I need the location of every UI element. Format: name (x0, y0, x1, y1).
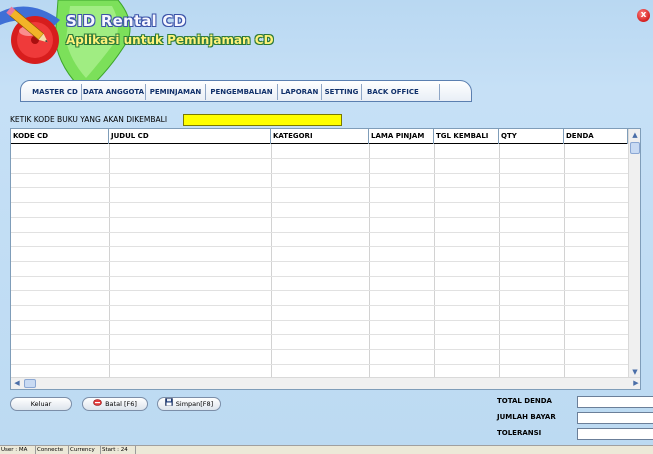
scroll-right-icon[interactable]: ▶ (630, 378, 640, 389)
return-grid[interactable]: KODE CD JUDUL CD KATEGORI LAMA PINJAM TG… (10, 128, 641, 390)
tab-laporan[interactable]: LAPORAN (278, 84, 322, 100)
toleransi-label: TOLERANSI (497, 429, 542, 437)
batal-button[interactable]: Batal [F6] (82, 397, 148, 411)
tab-bar: MASTER CD DATA ANGGOTA PEMINJAMAN PENGEM… (20, 80, 472, 102)
status-bar: User : MA Connecte Currency Start : 24 (0, 445, 653, 454)
keluar-button[interactable]: Keluar (10, 397, 72, 411)
scroll-up-icon[interactable]: ▲ (629, 129, 640, 141)
total-denda-label: TOTAL DENDA (497, 397, 552, 405)
grid-row-line (11, 276, 629, 277)
simpan-button-label: Simpan[F8] (175, 400, 214, 408)
column-header-kode-cd[interactable]: KODE CD (11, 129, 109, 144)
grid-row-line (11, 246, 629, 247)
horizontal-scrollbar[interactable]: ◀ ▶ (11, 377, 640, 389)
grid-row-line (11, 158, 629, 159)
grid-row-line (11, 305, 629, 306)
vertical-scrollbar[interactable]: ▲ ▼ (628, 129, 640, 378)
tab-pengembalian[interactable]: PENGEMBALIAN (206, 84, 278, 100)
column-header-denda[interactable]: DENDA (564, 129, 628, 144)
status-connection: Connecte (36, 446, 69, 454)
simpan-button[interactable]: Simpan[F8] (157, 397, 221, 411)
grid-body[interactable] (11, 144, 629, 378)
scroll-left-icon[interactable]: ◀ (11, 378, 23, 389)
grid-row-line (11, 349, 629, 350)
keluar-button-label: Keluar (30, 400, 52, 408)
jumlah-bayar-label: JUMLAH BAYAR (497, 413, 556, 421)
app-subtitle: Aplikasi untuk Peminjaman CD (66, 33, 274, 47)
toleransi-field[interactable] (577, 428, 653, 440)
cancel-icon (93, 398, 102, 410)
status-user: User : MA (0, 446, 36, 454)
grid-row-line (11, 364, 629, 365)
grid-row-line (11, 217, 629, 218)
column-header-lama-pinjam[interactable]: LAMA PINJAM (369, 129, 434, 144)
return-code-input[interactable] (183, 114, 342, 126)
main-window: SID Rental CD Aplikasi untuk Peminjaman … (0, 0, 653, 454)
column-header-judul-cd[interactable]: JUDUL CD (109, 129, 271, 144)
column-header-qty[interactable]: QTY (499, 129, 564, 144)
tab-data-anggota[interactable]: DATA ANGGOTA (82, 84, 146, 100)
status-currency: Currency (69, 446, 101, 454)
tab-peminjaman[interactable]: PEMINJAMAN (146, 84, 206, 100)
grid-row-line (11, 232, 629, 233)
grid-row-line (11, 202, 629, 203)
grid-row-line (11, 320, 629, 321)
vertical-scroll-thumb[interactable] (630, 142, 640, 154)
jumlah-bayar-field[interactable] (577, 412, 653, 424)
grid-row-line (11, 261, 629, 262)
tab-setting[interactable]: SETTING (322, 84, 362, 100)
batal-button-label: Batal [F6] (105, 400, 137, 408)
grid-header: KODE CD JUDUL CD KATEGORI LAMA PINJAM TG… (11, 129, 629, 144)
status-start: Start : 24 (101, 446, 136, 454)
search-label: KETIK KODE BUKU YANG AKAN DIKEMBALI (10, 115, 168, 124)
column-header-tgl-kembali[interactable]: TGL KEMBALI (434, 129, 499, 144)
column-header-kategori[interactable]: KATEGORI (271, 129, 369, 144)
horizontal-scroll-thumb[interactable] (24, 379, 36, 388)
app-title: SID Rental CD (66, 12, 187, 30)
grid-row-line (11, 290, 629, 291)
tab-back-office[interactable]: BACK OFFICE (362, 84, 440, 100)
floppy-disk-icon (165, 398, 173, 410)
tab-master-cd[interactable]: MASTER CD (29, 84, 82, 100)
total-denda-field[interactable] (577, 396, 653, 408)
grid-row-line (11, 187, 629, 188)
grid-row-line (11, 334, 629, 335)
close-icon[interactable]: x (637, 9, 650, 22)
grid-row-line (11, 173, 629, 174)
